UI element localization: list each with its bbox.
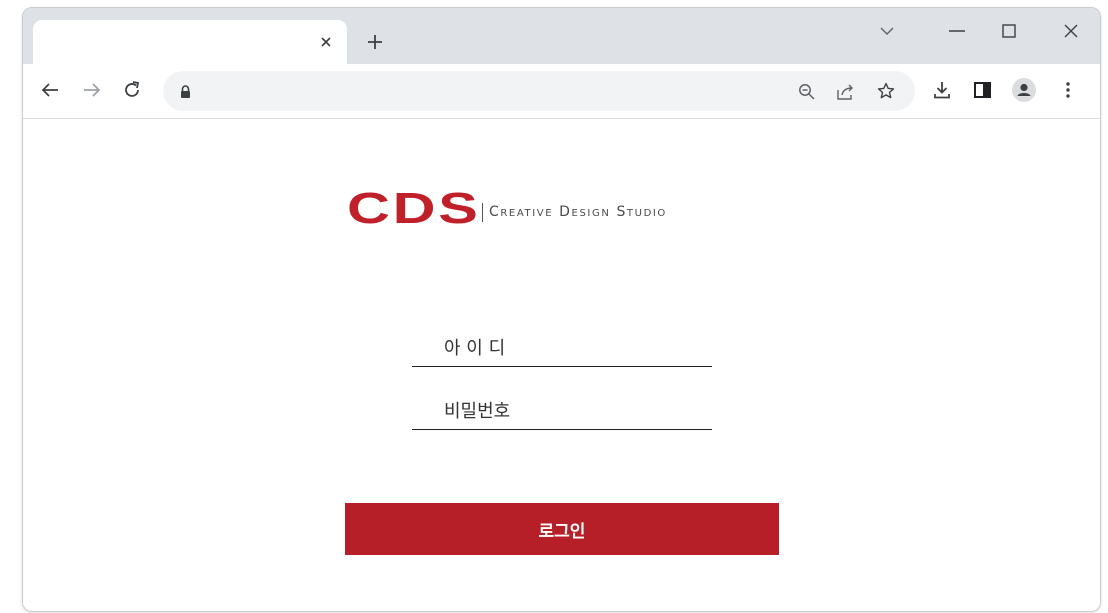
logo-mark: CDS: [347, 184, 481, 233]
logo-subtitle: Creative Design Studio: [489, 204, 667, 220]
new-tab-button[interactable]: [364, 31, 386, 53]
tab-strip: [23, 8, 1100, 64]
page-content: CDS Creative Design Studio 로그인: [23, 119, 1100, 611]
close-icon[interactable]: [1057, 18, 1085, 44]
password-input[interactable]: [412, 393, 712, 429]
kebab-menu-icon[interactable]: [1055, 77, 1081, 103]
browser-window: CDS Creative Design Studio 로그인: [22, 7, 1101, 612]
zoom-out-icon[interactable]: [795, 80, 817, 102]
username-field[interactable]: [412, 330, 712, 367]
arrow-right-icon[interactable]: [79, 77, 105, 103]
chevron-down-icon[interactable]: [873, 18, 901, 44]
minimize-icon[interactable]: [943, 18, 971, 44]
login-button[interactable]: 로그인: [345, 503, 779, 555]
browser-toolbar: [23, 64, 1100, 119]
profile-icon[interactable]: [1011, 77, 1037, 103]
download-icon[interactable]: [929, 77, 955, 103]
address-bar[interactable]: [163, 71, 915, 111]
reload-icon[interactable]: [119, 77, 145, 103]
share-icon[interactable]: [835, 80, 857, 102]
star-icon[interactable]: [875, 80, 897, 102]
side-panel-icon[interactable]: [969, 77, 995, 103]
tab-close-icon[interactable]: [317, 33, 335, 51]
tab-active[interactable]: [33, 20, 347, 64]
arrow-left-icon[interactable]: [37, 77, 63, 103]
password-field[interactable]: [412, 393, 712, 430]
username-input[interactable]: [412, 330, 712, 366]
maximize-icon[interactable]: [995, 18, 1023, 44]
lock-icon[interactable]: [177, 83, 193, 99]
logo-separator: [482, 203, 483, 222]
